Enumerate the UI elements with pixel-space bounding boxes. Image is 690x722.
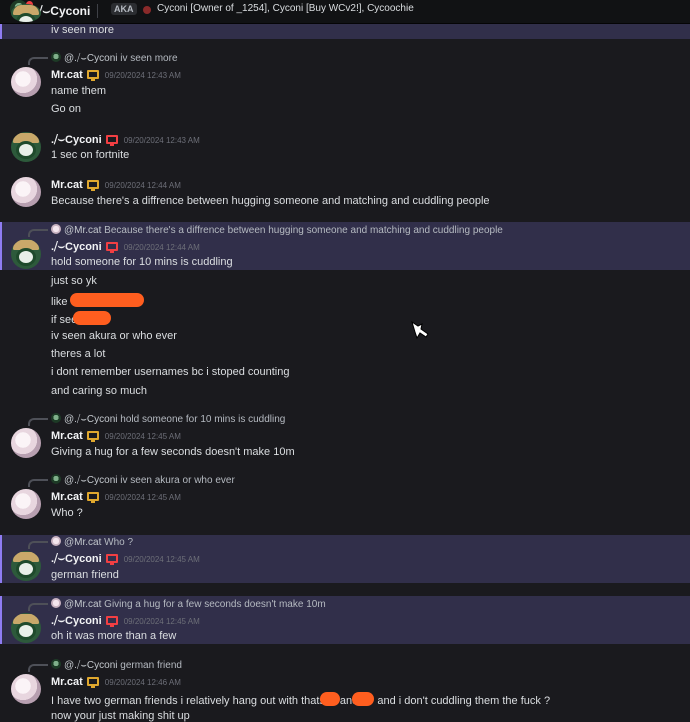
timestamp: 09/20/2024 12:45 AM	[123, 617, 200, 626]
username[interactable]: .⧸⌣Cyconi	[51, 134, 102, 146]
message-header: Mr.cat 09/20/2024 12:45 AM	[51, 430, 181, 442]
profile-header: .⧸⌣Cyconi AKA Cyconi [Owner of _1254], C…	[0, 0, 690, 24]
message-header: .⧸⌣Cyconi 09/20/2024 12:44 AM	[51, 241, 200, 254]
message-text: name them	[51, 85, 107, 97]
avatar[interactable]	[11, 239, 41, 269]
redaction-mark	[69, 293, 144, 307]
username[interactable]: .⧸⌣Cyconi	[51, 615, 102, 627]
timestamp: 09/20/2024 12:45 AM	[104, 493, 181, 502]
timestamp: 09/20/2024 12:45 AM	[123, 555, 200, 564]
avatar[interactable]	[11, 489, 41, 519]
reply-preview[interactable]: @.⧸⌣Cyconi iv seen akura or who ever	[51, 474, 235, 488]
username[interactable]: .⧸⌣Cyconi	[51, 553, 102, 565]
reply-preview[interactable]: @Mr.cat Because there's a diffrence betw…	[51, 224, 503, 238]
divider	[97, 4, 98, 18]
reply-connector	[28, 479, 48, 487]
reply-avatar	[51, 659, 61, 669]
message-text: Because there's a diffrence between hugg…	[51, 195, 490, 207]
username[interactable]: Mr.cat	[51, 179, 83, 191]
message-text: i dont remember usernames bc i stoped co…	[51, 366, 290, 378]
avatar[interactable]	[11, 132, 41, 162]
desktop-icon	[105, 616, 118, 627]
username[interactable]: Mr.cat	[51, 676, 83, 688]
message-text: Who ?	[51, 507, 83, 519]
reply-connector	[28, 664, 48, 672]
timestamp: 09/20/2024 12:43 AM	[123, 136, 200, 145]
message-text: Go on	[51, 103, 81, 115]
timestamp: 09/20/2024 12:44 AM	[104, 181, 181, 190]
reply-preview[interactable]: @.⧸⌣Cyconi hold someone for 10 mins is c…	[51, 413, 285, 427]
redaction-mark	[352, 692, 375, 706]
desktop-icon	[105, 554, 118, 565]
message-text: and caring so much	[51, 385, 147, 397]
reply-preview[interactable]: @Mr.cat Giving a hug for a few seconds d…	[51, 598, 326, 612]
reply-avatar	[51, 52, 61, 62]
desktop-icon	[86, 431, 99, 442]
cursor-icon	[411, 320, 429, 340]
reply-avatar	[51, 536, 61, 546]
avatar[interactable]	[11, 551, 41, 581]
reply-avatar	[51, 474, 61, 484]
redaction-mark	[73, 311, 112, 325]
message-text: if seen	[51, 311, 112, 326]
server-icon	[143, 6, 151, 14]
reply-connector	[28, 541, 48, 549]
avatar[interactable]	[11, 428, 41, 458]
username[interactable]: Mr.cat	[51, 491, 83, 503]
desktop-icon	[86, 492, 99, 503]
aka-names[interactable]: Cyconi [Owner of _1254], Cyconi [Buy WCv…	[157, 3, 414, 14]
message-text: I have two german friends i relatively h…	[51, 692, 550, 707]
message-text: oh it was more than a few	[51, 630, 177, 642]
timestamp: 09/20/2024 12:46 AM	[104, 678, 181, 687]
desktop-icon	[105, 242, 118, 253]
message-header: .⧸⌣Cyconi 09/20/2024 12:45 AM	[51, 615, 200, 628]
desktop-icon	[105, 135, 118, 146]
timestamp: 09/20/2024 12:44 AM	[123, 243, 200, 252]
avatar[interactable]	[11, 67, 41, 97]
message-header: Mr.cat 09/20/2024 12:45 AM	[51, 491, 181, 503]
message-text: hold someone for 10 mins is cuddling	[51, 256, 233, 268]
username[interactable]: Mr.cat	[51, 69, 83, 81]
reply-avatar	[51, 413, 61, 423]
message-text: german friend	[51, 569, 119, 581]
message-header: .⧸⌣Cyconi 09/20/2024 12:45 AM	[51, 553, 200, 566]
timestamp: 09/20/2024 12:45 AM	[104, 432, 181, 441]
avatar[interactable]	[11, 674, 41, 704]
message-header: Mr.cat 09/20/2024 12:46 AM	[51, 676, 181, 688]
message-text: now your just making shit up	[51, 710, 190, 722]
desktop-icon	[86, 677, 99, 688]
reply-avatar	[51, 598, 61, 608]
desktop-icon	[86, 70, 99, 81]
reply-avatar	[51, 224, 61, 234]
avatar[interactable]	[11, 613, 41, 643]
reply-preview[interactable]: @.⧸⌣Cyconi iv seen more	[51, 52, 178, 66]
message-header: Mr.cat 09/20/2024 12:43 AM	[51, 69, 181, 81]
reply-preview[interactable]: @Mr.cat Who ?	[51, 536, 133, 550]
message-text: like	[51, 293, 144, 308]
aka-badge: AKA	[111, 3, 137, 15]
avatar[interactable]	[11, 4, 41, 22]
username[interactable]: .⧸⌣Cyconi	[51, 241, 102, 253]
message-text: 1 sec on fortnite	[51, 149, 130, 161]
username[interactable]: Mr.cat	[51, 430, 83, 442]
message-text: Giving a hug for a few seconds doesn't m…	[51, 446, 295, 458]
message-text: iv seen akura or who ever	[51, 330, 177, 342]
reply-connector	[28, 229, 48, 237]
message-text: just so yk	[51, 275, 97, 287]
message-text: theres a lot	[51, 348, 106, 360]
reply-connector	[28, 418, 48, 426]
reply-connector	[28, 57, 48, 65]
desktop-icon	[86, 180, 99, 191]
header-username[interactable]: .⧸⌣Cyconi	[35, 4, 90, 19]
timestamp: 09/20/2024 12:43 AM	[104, 71, 181, 80]
redaction-mark	[319, 692, 340, 706]
message-text: iv seen more	[51, 24, 114, 36]
reply-connector	[28, 603, 48, 611]
reply-preview[interactable]: @.⧸⌣Cyconi german friend	[51, 659, 182, 673]
avatar[interactable]	[11, 177, 41, 207]
message-header: Mr.cat 09/20/2024 12:44 AM	[51, 179, 181, 191]
message-header: .⧸⌣Cyconi 09/20/2024 12:43 AM	[51, 134, 200, 147]
